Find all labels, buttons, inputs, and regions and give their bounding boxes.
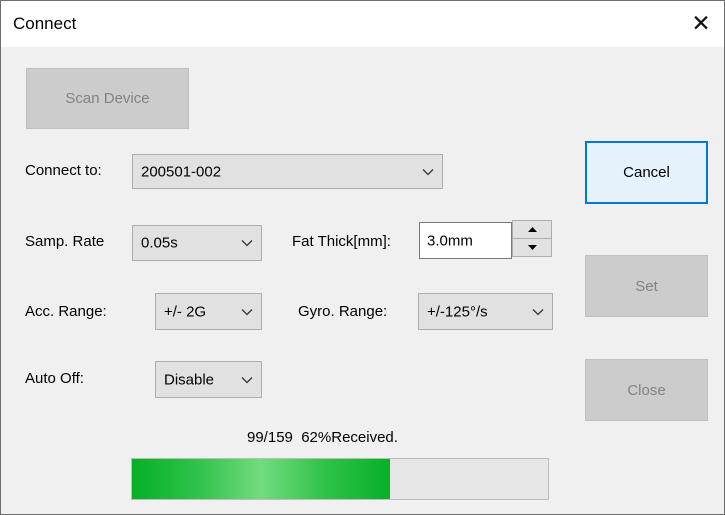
gyro-range-dropdown[interactable]: +/-125°/s [418,293,553,330]
fat-thick-spinner [512,220,552,257]
progress-bar [131,458,549,500]
fat-thick-label: Fat Thick[mm]: [292,233,391,250]
progress-status-text: 99/159 62%Received. [247,429,398,446]
close-icon[interactable]: ✕ [678,1,724,47]
samp-rate-value: 0.05s [141,234,178,252]
fat-thick-input[interactable]: 3.0mm [419,222,512,259]
gyro-range-value: +/-125°/s [427,303,488,320]
triangle-up-icon [527,227,537,232]
chevron-down-icon [422,168,434,175]
close-button[interactable]: Close [585,359,708,421]
connect-to-label: Connect to: [25,162,102,179]
chevron-down-icon [241,308,253,315]
cancel-button[interactable]: Cancel [585,141,708,204]
triangle-down-icon [527,245,537,250]
scan-device-button[interactable]: Scan Device [26,68,189,129]
set-label: Set [635,277,658,295]
connect-to-dropdown[interactable]: 200501-002 [132,154,443,189]
progress-bar-fill [132,459,390,499]
gyro-range-label: Gyro. Range: [298,303,388,320]
chevron-down-icon [241,376,253,383]
connect-dialog: Connect ✕ Scan Device Connect to: 200501… [0,0,725,515]
connect-to-value: 200501-002 [141,163,222,180]
scan-device-label: Scan Device [65,90,150,107]
chevron-down-icon [532,308,544,315]
chevron-down-icon [241,240,253,247]
set-button[interactable]: Set [585,255,708,317]
close-label: Close [627,381,666,399]
window-title: Connect [13,14,77,33]
acc-range-label: Acc. Range: [25,303,107,320]
spin-up-button[interactable] [513,221,551,239]
samp-rate-dropdown[interactable]: 0.05s [132,225,262,261]
cancel-label: Cancel [623,164,670,181]
fat-thick-value: 3.0mm [427,232,473,249]
acc-range-value: +/- 2G [164,303,207,320]
title-bar: Connect ✕ [1,1,724,47]
auto-off-value: Disable [164,371,215,388]
spin-down-button[interactable] [513,239,551,256]
auto-off-label: Auto Off: [25,370,84,387]
acc-range-dropdown[interactable]: +/- 2G [155,293,262,330]
auto-off-dropdown[interactable]: Disable [155,361,262,398]
samp-rate-label: Samp. Rate [25,233,105,250]
